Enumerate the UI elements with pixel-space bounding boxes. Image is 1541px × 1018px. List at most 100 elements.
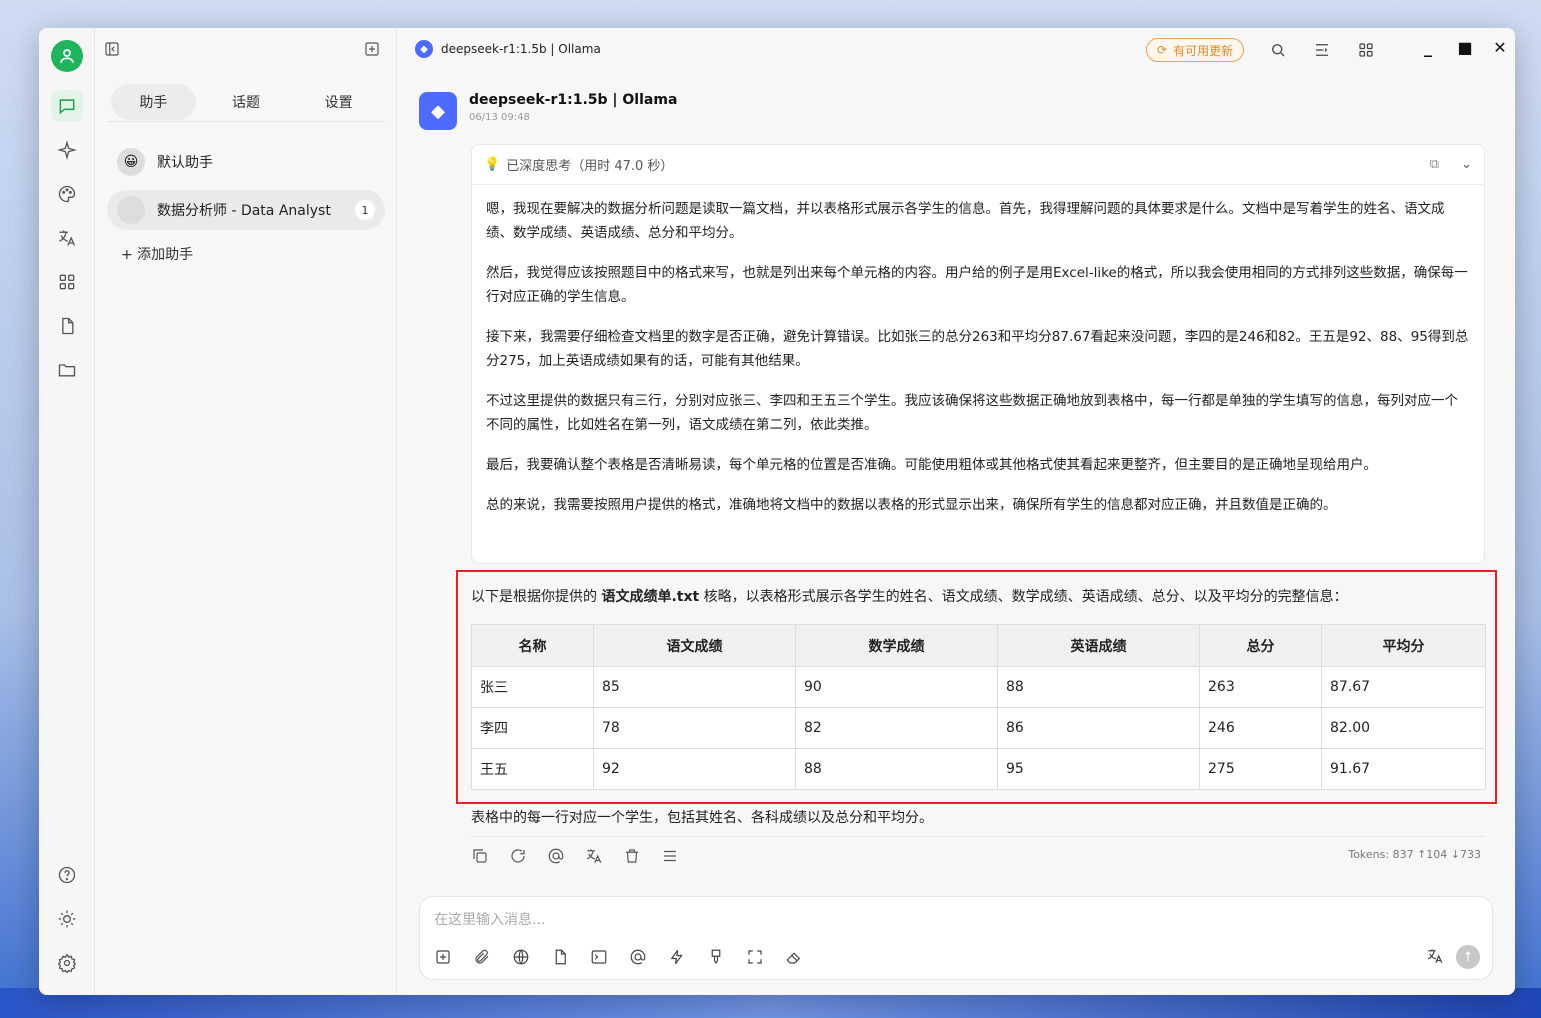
apps-grid-button[interactable]	[1355, 39, 1377, 61]
thinking-label: 已深度思考（用时 47.0 秒）	[506, 159, 674, 174]
user-avatar[interactable]	[51, 40, 83, 72]
message-header: ◆ deepseek-r1:1.5b | Ollama 06/13 09:48	[419, 92, 677, 130]
assistant-item-default[interactable]: 😀 默认助手	[107, 142, 385, 182]
terminal-icon	[591, 950, 607, 964]
chat-icon	[59, 99, 75, 115]
close-button[interactable]: ✕	[1489, 38, 1511, 57]
table-cell: 78	[593, 707, 796, 749]
add-assistant-button[interactable]: + 添加助手	[107, 238, 385, 270]
table-cell: 86	[997, 707, 1200, 749]
thinking-paragraph: 总的来说，我需要按照用户提供的格式，准确地将文档中的数据以表格的形式显示出来，确…	[486, 497, 1337, 513]
table-header: 名称	[471, 624, 594, 667]
table-header: 英语成绩	[997, 624, 1200, 667]
table-row: 张三 85 90 88 263 87.67	[471, 666, 1486, 708]
translate-icon	[1427, 949, 1443, 963]
deepseek-logo-icon: ◆	[415, 40, 433, 58]
copy-button[interactable]	[471, 844, 509, 868]
composer-translate-button[interactable]	[1426, 947, 1444, 969]
layout-button[interactable]	[1311, 39, 1333, 61]
send-button[interactable]: ↑	[1456, 945, 1480, 969]
sparkle-icon	[57, 140, 77, 160]
terminal-button[interactable]	[590, 945, 629, 969]
model-avatar: ◆	[419, 92, 457, 130]
table-cell: 88	[795, 748, 998, 790]
web-search-button[interactable]	[512, 945, 551, 969]
rail-translate-button[interactable]	[51, 222, 83, 254]
fullscreen-button[interactable]	[746, 945, 785, 969]
rail-files-button[interactable]	[51, 310, 83, 342]
regenerate-button[interactable]	[509, 844, 547, 868]
grades-table: 名称 语文成绩 数学成绩 英语成绩 总分 平均分 张三 85 90 88 263	[471, 624, 1486, 790]
knowledge-base-button[interactable]	[551, 945, 590, 969]
rail-apps-button[interactable]	[51, 266, 83, 298]
thinking-paragraph: 然后，我觉得应该按照题目中的格式来写，也就是列出来每个单元格的内容。用户给的例子…	[486, 265, 1468, 305]
rail-settings-button[interactable]	[51, 947, 83, 979]
brush-icon	[711, 949, 721, 965]
new-topic-button[interactable]	[361, 38, 383, 60]
rail-folder-button[interactable]	[51, 354, 83, 386]
minimize-button[interactable]: _	[1417, 38, 1439, 57]
rail-help-button[interactable]	[51, 859, 83, 891]
app-window: 助手 话题 设置 😀 默认助手 数据分析师 - Data Analyst 1 +…	[39, 28, 1515, 995]
topic-count-badge: 1	[355, 200, 375, 220]
chat-main: ◆ deepseek-r1:1.5b | Ollama ⟳ 有可用更新 _ ■ …	[397, 28, 1515, 995]
answer-file-name: 语文成绩单.txt	[601, 589, 700, 605]
quick-phrase-button[interactable]	[668, 945, 707, 969]
rail-agents-button[interactable]	[51, 134, 83, 166]
assistant-item-data-analyst[interactable]: 数据分析师 - Data Analyst 1	[107, 190, 385, 230]
sidebar-collapse-icon	[105, 42, 119, 56]
user-icon	[60, 49, 74, 63]
table-cell: 91.67	[1321, 748, 1486, 790]
help-icon	[58, 866, 76, 884]
mention-button[interactable]	[547, 844, 585, 868]
chevron-down-icon[interactable]: ⌄	[1461, 157, 1472, 172]
search-button[interactable]	[1267, 39, 1289, 61]
top-bar: ◆ deepseek-r1:1.5b | Ollama ⟳ 有可用更新 _ ■ …	[397, 28, 1515, 72]
table-cell: 92	[593, 748, 796, 790]
thinking-paragraph: 不过这里提供的数据只有三行，分别对应张三、李四和王五三个学生。我应该确保将这些数…	[486, 393, 1458, 433]
table-cell: 246	[1199, 707, 1322, 749]
thinking-content: 嗯，我现在要解决的数据分析问题是读取一篇文档，并以表格形式展示各学生的信息。首先…	[472, 185, 1484, 517]
thinking-paragraph: 最后，我要确认整个表格是否清晰易读，每个单元格的位置是否准确。可能使用粗体或其他…	[486, 457, 1377, 473]
update-available-button[interactable]: ⟳ 有可用更新	[1146, 38, 1245, 62]
at-icon	[548, 848, 564, 864]
new-topic-tool[interactable]	[434, 945, 473, 969]
lightbulb-icon: 💡	[484, 157, 501, 172]
rail-theme-button[interactable]	[51, 903, 83, 935]
tab-settings[interactable]: 设置	[296, 84, 381, 120]
theme-icon	[58, 910, 76, 928]
translate-button[interactable]	[585, 844, 623, 868]
tab-topics[interactable]: 话题	[204, 84, 289, 120]
message-actions	[471, 844, 699, 868]
rail-paint-button[interactable]	[51, 178, 83, 210]
message-input[interactable]	[434, 907, 1334, 933]
clear-context-button[interactable]	[707, 945, 746, 969]
translate-icon	[59, 230, 76, 246]
assistant-panel: 助手 话题 设置 😀 默认助手 数据分析师 - Data Analyst 1 +…	[95, 28, 397, 995]
chat-title-text: deepseek-r1:1.5b | Ollama	[441, 42, 601, 56]
globe-icon	[513, 949, 529, 965]
thinking-header[interactable]: 💡 已深度思考（用时 47.0 秒） ⧉ ⌄	[472, 145, 1484, 185]
message-model-name: deepseek-r1:1.5b | Ollama	[469, 92, 678, 108]
clear-button[interactable]	[785, 945, 824, 969]
table-cell: 90	[795, 666, 998, 708]
delete-button[interactable]	[623, 844, 661, 868]
tab-assistants[interactable]: 助手	[111, 84, 196, 120]
thinking-paragraph: 接下来，我需要仔细检查文档里的数字是否正确，避免计算错误。比如张三的总分263和…	[486, 329, 1469, 369]
table-header: 总分	[1199, 624, 1322, 667]
toggle-sidebar-button[interactable]	[101, 38, 123, 60]
expand-icon	[748, 950, 762, 964]
grid-icon	[1359, 43, 1373, 57]
document-icon	[62, 317, 74, 335]
more-button[interactable]	[661, 844, 699, 868]
attach-button[interactable]	[473, 945, 512, 969]
table-cell: 张三	[471, 666, 594, 708]
copy-thinking-icon[interactable]: ⧉	[1430, 157, 1439, 172]
maximize-button[interactable]: ■	[1454, 38, 1476, 57]
layout-icon	[1316, 44, 1328, 56]
mention-model-button[interactable]	[629, 945, 668, 969]
rail-chat-button[interactable]	[51, 90, 83, 122]
paperclip-icon	[475, 949, 489, 964]
trash-icon	[626, 849, 638, 863]
at-icon	[630, 949, 646, 965]
